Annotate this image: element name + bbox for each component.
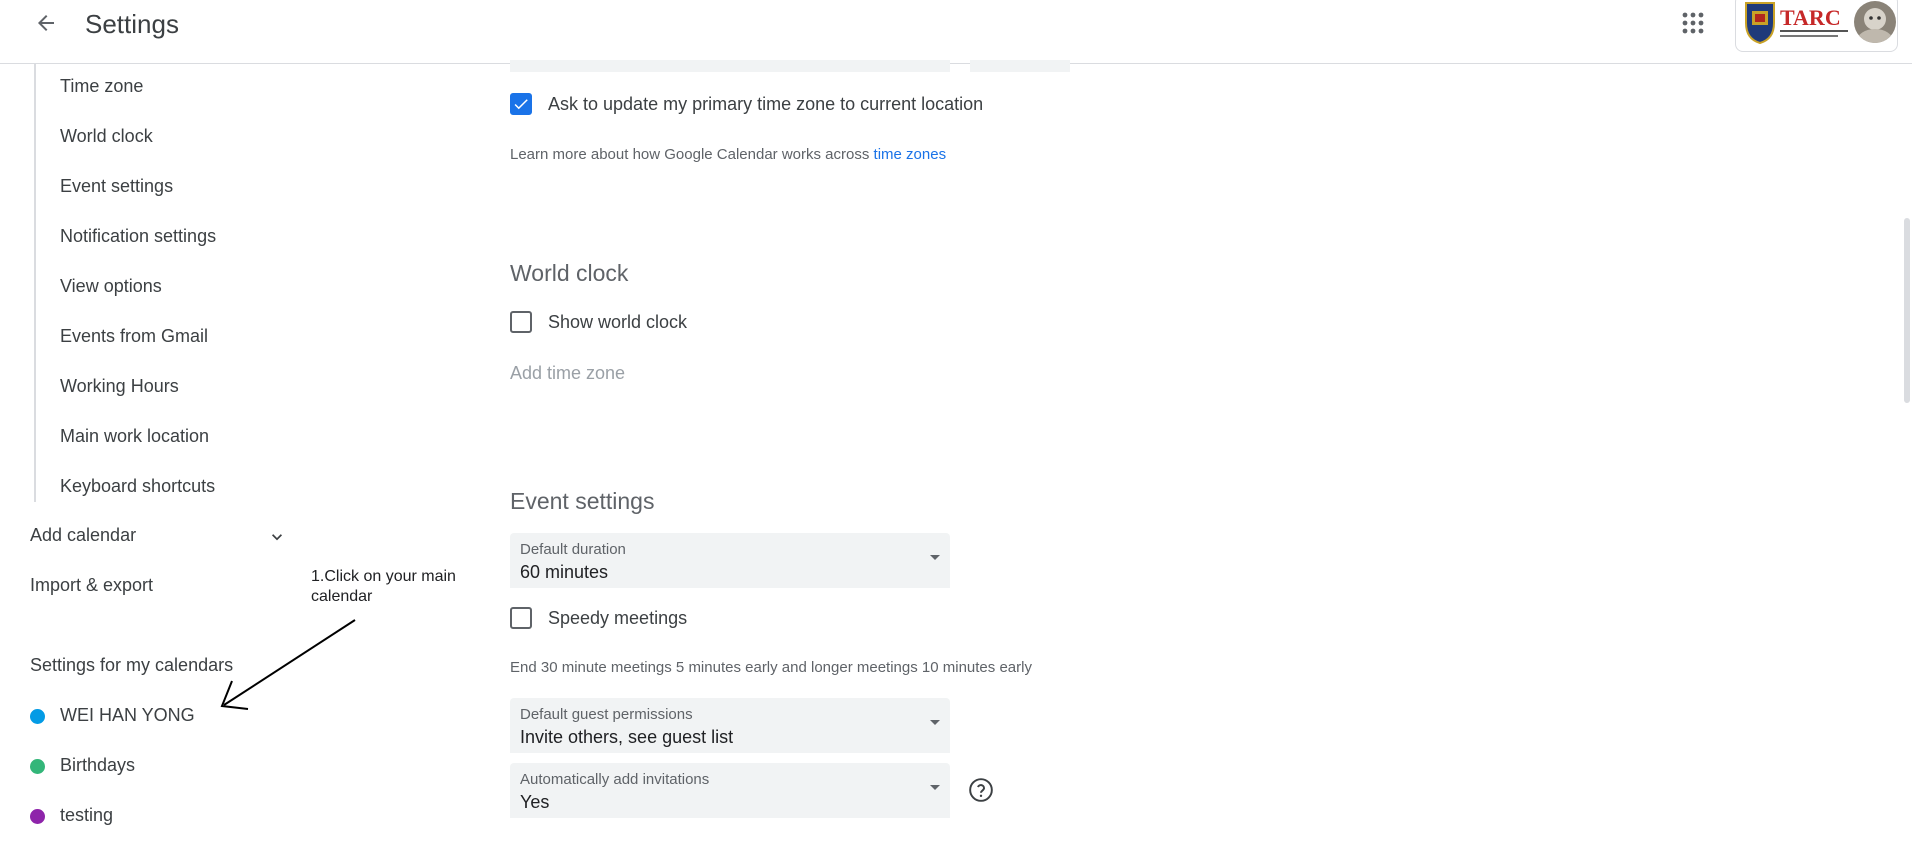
time-zone-help-text: Learn more about how Google Calendar wor…: [510, 146, 946, 163]
calendar-color-dot: [30, 709, 45, 724]
annotation-arrow-icon: [220, 619, 356, 710]
auto-invitations-select[interactable]: Automatically add invitations Yes: [510, 763, 950, 818]
sidebar-item-view-options[interactable]: View options: [60, 276, 162, 297]
sidebar-item-time-zone[interactable]: Time zone: [60, 76, 143, 97]
page-scrollbar[interactable]: [1904, 218, 1910, 403]
back-button[interactable]: [28, 8, 64, 38]
world-clock-title: World clock: [510, 260, 629, 286]
apps-grid-icon: [1682, 12, 1704, 34]
guest-permissions-value: Invite others, see guest list: [520, 727, 734, 747]
chevron-down-icon: [272, 534, 282, 541]
org-logo-text: TARC: [1780, 5, 1841, 30]
sidebar-calendar-wei-han-yong[interactable]: WEI HAN YONG: [60, 705, 195, 726]
auto-invitations-help-button[interactable]: [968, 777, 994, 808]
auto-invitations-label: Automatically add invitations: [520, 771, 710, 788]
help-circle-icon: [969, 778, 993, 802]
arrow-left-icon: [38, 15, 54, 31]
show-world-clock-label: Show world clock: [548, 312, 688, 332]
app-header: Settings TARC: [0, 0, 1912, 64]
time-zones-link[interactable]: time zones: [874, 146, 947, 163]
default-duration-value: 60 minutes: [520, 562, 609, 582]
guest-permissions-label: Default guest permissions: [520, 706, 693, 723]
sidebar-calendar-testing[interactable]: testing: [60, 805, 113, 826]
speedy-meetings-checkbox[interactable]: [510, 607, 532, 629]
speedy-meetings-label: Speedy meetings: [548, 608, 688, 628]
time-zone-help-sentence: Learn more about how Google Calendar wor…: [510, 146, 874, 163]
sidebar-item-working-hours[interactable]: Working Hours: [60, 376, 179, 397]
speedy-meetings-note: End 30 minute meetings 5 minutes early a…: [510, 659, 1032, 676]
calendar-color-dot: [30, 759, 45, 774]
sidebar-calendar-birthdays[interactable]: Birthdays: [60, 755, 135, 776]
sidebar-item-event-settings[interactable]: Event settings: [60, 176, 173, 197]
sidebar-item-add-calendar[interactable]: Add calendar: [30, 525, 136, 546]
dropdown-caret-icon: [930, 785, 940, 790]
page-title: Settings: [85, 9, 179, 39]
account-chip[interactable]: TARC: [1735, 0, 1898, 52]
event-settings-title: Event settings: [510, 488, 655, 514]
calendar-color-dot: [30, 809, 45, 824]
org-logo: TARC: [1744, 1, 1854, 45]
guest-permissions-select[interactable]: Default guest permissions Invite others,…: [510, 698, 950, 753]
auto-invitations-value: Yes: [520, 792, 550, 812]
add-calendar-expand-button[interactable]: [267, 527, 287, 552]
update-time-zone-checkbox[interactable]: [510, 93, 532, 115]
nav-rail: [34, 64, 36, 502]
show-world-clock-checkbox[interactable]: [510, 311, 532, 333]
time-zone-select-partial[interactable]: [510, 60, 950, 72]
sidebar-item-notification-settings[interactable]: Notification settings: [60, 226, 216, 247]
sidebar-item-keyboard-shortcuts[interactable]: Keyboard shortcuts: [60, 476, 215, 497]
sidebar-item-import-export[interactable]: Import & export: [30, 575, 153, 596]
dropdown-caret-icon: [930, 720, 940, 725]
my-calendars-heading: Settings for my calendars: [30, 655, 234, 675]
tutorial-annotation: 1.Click on your main calendar: [311, 568, 456, 605]
check-icon: [514, 99, 528, 110]
dropdown-caret-icon: [930, 555, 940, 560]
sidebar-item-world-clock[interactable]: World clock: [60, 126, 153, 147]
add-time-zone-button[interactable]: Add time zone: [510, 363, 625, 384]
time-zone-label-select-partial[interactable]: [970, 60, 1070, 72]
default-duration-select[interactable]: Default duration 60 minutes: [510, 533, 950, 588]
default-duration-label: Default duration: [520, 541, 626, 558]
avatar[interactable]: [1854, 1, 1896, 43]
sidebar-item-main-work-location[interactable]: Main work location: [60, 426, 209, 447]
sidebar-item-events-from-gmail[interactable]: Events from Gmail: [60, 326, 208, 347]
apps-button[interactable]: [1676, 8, 1710, 38]
update-time-zone-label: Ask to update my primary time zone to cu…: [548, 94, 984, 114]
